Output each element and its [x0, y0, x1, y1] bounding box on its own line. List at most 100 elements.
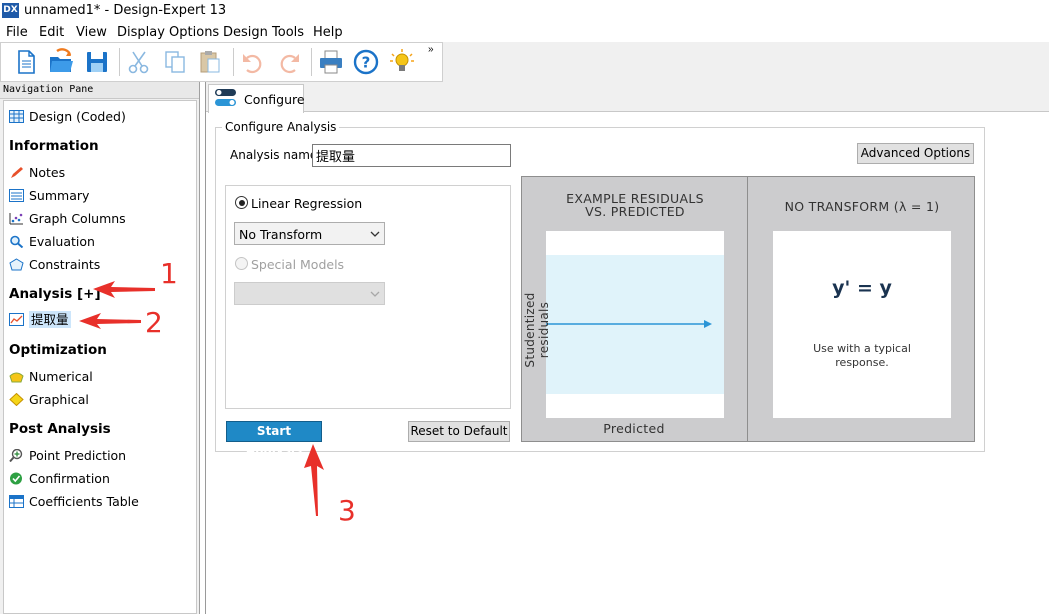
nav-item-confirmation[interactable]: Confirmation	[9, 469, 110, 489]
annotation-number-3: 3	[338, 494, 356, 527]
pencil-icon	[11, 167, 23, 178]
print-icon[interactable]	[317, 48, 345, 76]
nav-item-summary[interactable]: Summary	[9, 186, 89, 206]
tab-configure-label: Configure	[244, 92, 305, 107]
list-icon	[9, 189, 24, 202]
nav-item-label: Coefficients Table	[29, 494, 139, 509]
formula-text: y' = y	[832, 277, 892, 299]
nav-item-response[interactable]: 提取量	[9, 310, 71, 330]
tab-strip	[206, 82, 1049, 112]
formula-note-line2: response.	[835, 356, 889, 369]
transform-select-value: No Transform	[239, 227, 323, 242]
grid-table-icon	[9, 495, 24, 508]
annotation-arrow-icon	[304, 444, 324, 516]
svg-text:?: ?	[362, 54, 371, 72]
app-logo: DX	[2, 3, 19, 18]
nav-item-numerical[interactable]: Numerical	[9, 367, 93, 387]
menu-bar: File Edit View Display Options Design To…	[0, 22, 1049, 42]
special-models-label: Special Models	[251, 257, 345, 272]
save-icon[interactable]	[83, 48, 111, 76]
paste-icon[interactable]	[196, 48, 224, 76]
check-circle-icon	[10, 472, 22, 485]
nav-item-label: Graph Columns	[29, 211, 126, 226]
annotation-number-2: 2	[145, 306, 163, 339]
chevron-down-icon	[370, 231, 380, 237]
special-models-select[interactable]	[234, 282, 385, 305]
nav-item-label: 提取量	[29, 311, 71, 328]
nav-item-constraints[interactable]: Constraints	[9, 255, 100, 275]
nav-item-label: Design (Coded)	[29, 109, 126, 124]
no-transform-title: NO TRANSFORM (λ = 1)	[784, 199, 940, 214]
linear-regression-label: Linear Regression	[251, 196, 363, 211]
nav-item-point-prediction[interactable]: Point Prediction	[9, 446, 126, 466]
undo-icon[interactable]	[239, 48, 267, 76]
analysis-name-label: Analysis name	[230, 148, 318, 162]
nav-section-information: Information	[9, 138, 99, 154]
nav-item-design[interactable]: Design (Coded)	[9, 107, 126, 127]
residuals-arrow-icon	[546, 320, 712, 328]
magnifier-icon	[10, 235, 24, 248]
transform-select[interactable]: No Transform	[234, 222, 385, 245]
target-magnifier-icon	[9, 449, 23, 462]
formula-note-line1: Use with a typical	[813, 342, 911, 355]
annotation-number-1: 1	[160, 257, 178, 290]
diamond-icon	[9, 393, 24, 406]
menu-file[interactable]: File	[6, 25, 28, 40]
menu-design-tools[interactable]: Design Tools	[223, 25, 304, 40]
nav-item-label: Confirmation	[29, 471, 110, 486]
nav-item-label: Graphical	[29, 392, 89, 407]
window-title: unnamed1* - Design-Expert 13	[24, 3, 227, 18]
copy-icon[interactable]	[161, 48, 189, 76]
advanced-options-button[interactable]: Advanced Options	[857, 143, 974, 164]
nav-item-graphical[interactable]: Graphical	[9, 390, 89, 410]
analysis-name-field[interactable]	[312, 144, 511, 167]
nav-section-analysis[interactable]: Analysis [+]	[9, 286, 101, 302]
residuals-title-line2: VS. PREDICTED	[585, 204, 685, 219]
table-icon	[9, 110, 24, 123]
nav-section-post-analysis: Post Analysis	[9, 421, 111, 437]
title-bar: DX unnamed1* - Design-Expert 13	[0, 0, 1049, 22]
toolbar-separator	[233, 48, 234, 76]
nav-item-label: Summary	[29, 188, 90, 203]
surface-icon	[9, 372, 24, 383]
start-analysis-button[interactable]: Start Analysis	[226, 421, 322, 457]
nav-item-graph-columns[interactable]: Graph Columns	[9, 209, 126, 229]
toolbar-background	[443, 42, 1049, 82]
nav-item-label: Evaluation	[29, 234, 95, 249]
nav-item-label: Notes	[29, 165, 66, 180]
tip-bulb-icon[interactable]	[388, 48, 416, 76]
menu-help[interactable]: Help	[313, 25, 343, 40]
special-models-radio[interactable]	[235, 257, 248, 270]
menu-view[interactable]: View	[76, 25, 107, 40]
scatter-graph-icon	[9, 213, 23, 225]
nav-item-label: Point Prediction	[29, 448, 127, 463]
menu-edit[interactable]: Edit	[39, 25, 64, 40]
navigation-pane-header: Navigation Pane	[0, 82, 199, 99]
redo-icon[interactable]	[275, 48, 303, 76]
nav-item-coefficients-table[interactable]: Coefficients Table	[9, 492, 139, 512]
toolbar-overflow-button[interactable]: »	[428, 44, 434, 55]
illustration-divider	[747, 176, 748, 442]
open-folder-icon[interactable]	[47, 48, 75, 76]
help-icon[interactable]: ?	[352, 48, 380, 76]
annotation-arrow-icon	[79, 313, 141, 329]
nav-section-optimization: Optimization	[9, 342, 107, 358]
toggle-settings-icon	[215, 89, 236, 106]
annotation-arrow-icon	[93, 281, 155, 298]
line-chart-icon	[9, 313, 24, 326]
chevron-down-icon	[370, 291, 380, 297]
linear-regression-radio[interactable]	[235, 196, 248, 209]
nav-item-evaluation[interactable]: Evaluation	[9, 232, 95, 252]
nav-item-notes[interactable]: Notes	[9, 163, 65, 183]
nav-item-label: Constraints	[29, 257, 101, 272]
reset-to-default-button[interactable]: Reset to Default	[408, 421, 510, 442]
toolbar-separator	[311, 48, 312, 76]
toolbar-separator	[119, 48, 120, 76]
new-document-icon[interactable]	[12, 48, 40, 76]
group-title: Configure Analysis	[222, 120, 340, 134]
cut-icon[interactable]	[125, 48, 153, 76]
formula-card	[773, 231, 951, 418]
nav-item-label: Numerical	[29, 369, 93, 384]
menu-display-options[interactable]: Display Options	[117, 25, 219, 40]
polygon-icon	[9, 258, 24, 271]
